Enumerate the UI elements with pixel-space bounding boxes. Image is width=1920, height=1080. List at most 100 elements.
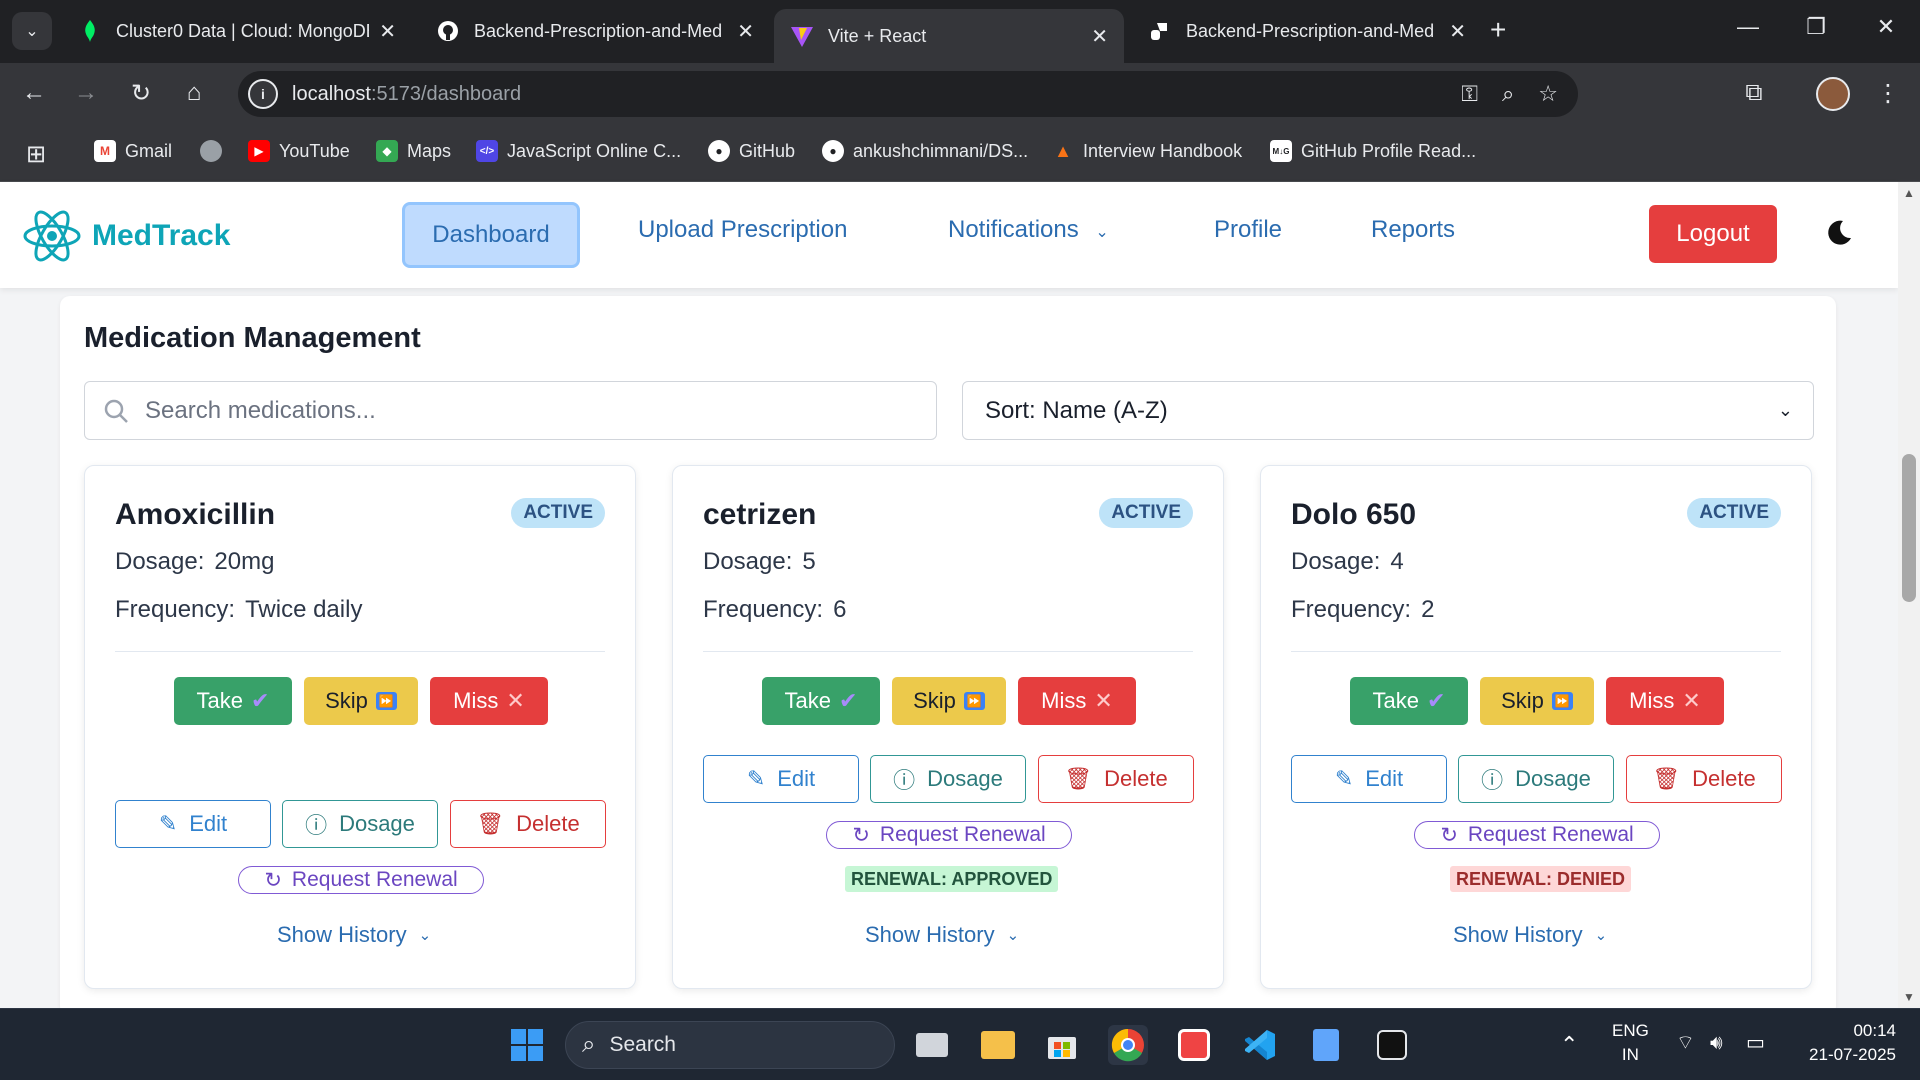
delete-button[interactable]: 🗑 Delete [450, 800, 606, 848]
windows-start-icon[interactable] [507, 1025, 547, 1065]
take-button[interactable]: Take ✔ [762, 677, 880, 725]
apps-grid-icon[interactable]: ⊞ [26, 140, 46, 169]
volume-icon[interactable]: 🔊︎ [1710, 1031, 1723, 1055]
scroll-down-icon[interactable]: ▼ [1903, 990, 1915, 1004]
dosage-button[interactable]: ⓘ Dosage [1458, 755, 1614, 803]
clock[interactable]: 00:14 21-07-2025 [1800, 1019, 1896, 1067]
vscode-icon[interactable] [1240, 1025, 1280, 1065]
frequency-value: Twice daily [245, 596, 363, 623]
show-history-toggle[interactable]: Show History ⌄ [277, 922, 431, 948]
bookmark-gmail[interactable]: M Gmail [94, 140, 172, 162]
nav-upload-prescription[interactable]: Upload Prescription [638, 216, 847, 244]
microsoft-store-icon[interactable] [1042, 1025, 1082, 1065]
skip-button[interactable]: Skip ⏩ [892, 677, 1006, 725]
task-view-icon[interactable] [912, 1025, 952, 1065]
close-icon[interactable]: ✕ [1449, 19, 1466, 44]
address-bar[interactable]: i localhost:5173/dashboard ⚿ ⌕ ☆ [238, 71, 1578, 117]
nav-dashboard[interactable]: Dashboard [402, 202, 580, 268]
edit-button[interactable]: ✎ Edit [115, 800, 271, 848]
bookmark-globe[interactable] [200, 140, 231, 162]
home-icon[interactable]: ⌂ [178, 79, 210, 107]
take-button[interactable]: Take ✔ [1350, 677, 1468, 725]
file-explorer-icon[interactable] [978, 1025, 1018, 1065]
nav-profile[interactable]: Profile [1214, 216, 1282, 244]
logo-text: MedTrack [92, 219, 231, 252]
take-button[interactable]: Take ✔ [174, 677, 292, 725]
logout-button[interactable]: Logout [1649, 205, 1777, 263]
request-renewal-button[interactable]: ↻ Request Renewal [238, 866, 484, 894]
extensions-icon[interactable]: ⧉ [1738, 79, 1770, 107]
site-info-icon[interactable]: i [248, 79, 278, 109]
chrome-icon[interactable] [1108, 1025, 1148, 1065]
bookmark-maps[interactable]: ◆ Maps [376, 140, 451, 162]
reload-icon[interactable]: ↻ [125, 79, 157, 108]
browser-tab-vite[interactable]: Vite + React ✕ [774, 9, 1124, 63]
miss-button[interactable]: Miss ✕ [1018, 677, 1136, 725]
chevron-up-icon[interactable]: ⌃ [1560, 1033, 1578, 1057]
bookmark-youtube[interactable]: ▶ YouTube [248, 140, 350, 162]
show-history-toggle[interactable]: Show History ⌄ [1453, 922, 1607, 948]
forward-icon[interactable]: → [70, 79, 102, 107]
close-icon[interactable]: ✕ [1091, 24, 1108, 49]
delete-button[interactable]: 🗑 Delete [1626, 755, 1782, 803]
restore-icon[interactable]: ❐ [1796, 14, 1836, 40]
browser-tabstrip: ⌄ Cluster0 Data | Cloud: MongoDB ✕ Backe… [0, 0, 1920, 63]
moon-icon[interactable] [1824, 218, 1854, 248]
request-renewal-button[interactable]: ↻ Request Renewal [826, 821, 1072, 849]
divider [115, 651, 605, 652]
browser-tab-render[interactable]: Backend-Prescription-and-Med ✕ [1132, 9, 1482, 53]
dosage-button[interactable]: ⓘ Dosage [282, 800, 438, 848]
windows-taskbar: ⌕ Search ⌃ ENG IN ⌔ 🔊︎ ▭ 00:14 21-07-202… [0, 1008, 1920, 1080]
trash-icon: 🗑 [476, 811, 505, 836]
dosage-button[interactable]: ⓘ Dosage [870, 755, 1026, 803]
bookmark-github[interactable]: ● GitHub [708, 140, 795, 162]
edit-icon: ✎ [1334, 766, 1354, 791]
scroll-up-icon[interactable]: ▲ [1903, 186, 1915, 200]
skip-button[interactable]: Skip ⏩ [304, 677, 418, 725]
sort-select[interactable]: Sort: Name (A-Z) ⌄ [962, 381, 1814, 440]
browser-tab-mongodb[interactable]: Cluster0 Data | Cloud: MongoDB ✕ [62, 9, 412, 53]
new-tab-button[interactable]: + [1490, 14, 1506, 46]
bookmark-javascript[interactable]: </> JavaScript Online C... [476, 140, 681, 162]
battery-icon[interactable]: ▭ [1746, 1031, 1765, 1055]
miss-button[interactable]: Miss ✕ [1606, 677, 1724, 725]
nav-notifications[interactable]: Notifications ⌄ [948, 216, 1109, 244]
info-icon: ⓘ [305, 813, 328, 838]
show-history-toggle[interactable]: Show History ⌄ [865, 922, 1019, 948]
close-icon[interactable]: ✕ [737, 19, 754, 44]
back-icon[interactable]: ← [18, 79, 50, 107]
language-indicator[interactable]: ENG IN [1612, 1019, 1649, 1067]
red-app-icon[interactable] [1174, 1025, 1214, 1065]
wifi-icon[interactable]: ⌔ [1676, 1031, 1695, 1055]
browser-tab-github[interactable]: Backend-Prescription-and-Med ✕ [420, 9, 770, 53]
key-icon[interactable]: ⚿ [1461, 81, 1478, 107]
edit-button[interactable]: ✎ Edit [703, 755, 859, 803]
menu-kebab-icon[interactable]: ⋮ [1872, 79, 1904, 108]
profile-avatar[interactable] [1816, 77, 1850, 111]
close-icon[interactable]: ✕ [379, 19, 396, 44]
delete-button[interactable]: 🗑 Delete [1038, 755, 1194, 803]
page-scrollbar[interactable]: ▲ ▼ [1898, 182, 1920, 1008]
bookmark-interview-handbook[interactable]: ▲ Interview Handbook [1052, 140, 1242, 162]
bookmark-star-icon[interactable]: ☆ [1538, 81, 1558, 107]
taskbar-search[interactable]: ⌕ Search [565, 1021, 895, 1069]
bookmark-ds-repo[interactable]: ● ankushchimnani/DS... [822, 140, 1028, 162]
bookmark-profile-readme[interactable]: M↓G GitHub Profile Read... [1270, 140, 1476, 162]
minimize-icon[interactable]: — [1728, 14, 1768, 40]
app-logo[interactable]: MedTrack [22, 208, 230, 264]
terminal-app-icon[interactable] [1372, 1025, 1412, 1065]
zoom-icon[interactable]: ⌕ [1502, 81, 1514, 107]
close-window-icon[interactable]: ✕ [1866, 14, 1906, 40]
code-icon: </> [476, 140, 498, 162]
github-icon: ● [822, 140, 844, 162]
skip-button[interactable]: Skip ⏩ [1480, 677, 1594, 725]
nav-reports[interactable]: Reports [1371, 216, 1455, 244]
tab-search-button[interactable]: ⌄ [12, 12, 52, 50]
request-renewal-button[interactable]: ↻ Request Renewal [1414, 821, 1660, 849]
notepad-icon[interactable] [1306, 1025, 1346, 1065]
search-input[interactable] [145, 396, 905, 425]
scrollbar-thumb[interactable] [1902, 454, 1916, 602]
edit-button[interactable]: ✎ Edit [1291, 755, 1447, 803]
address-url[interactable]: localhost:5173/dashboard [292, 83, 521, 106]
miss-button[interactable]: Miss ✕ [430, 677, 548, 725]
